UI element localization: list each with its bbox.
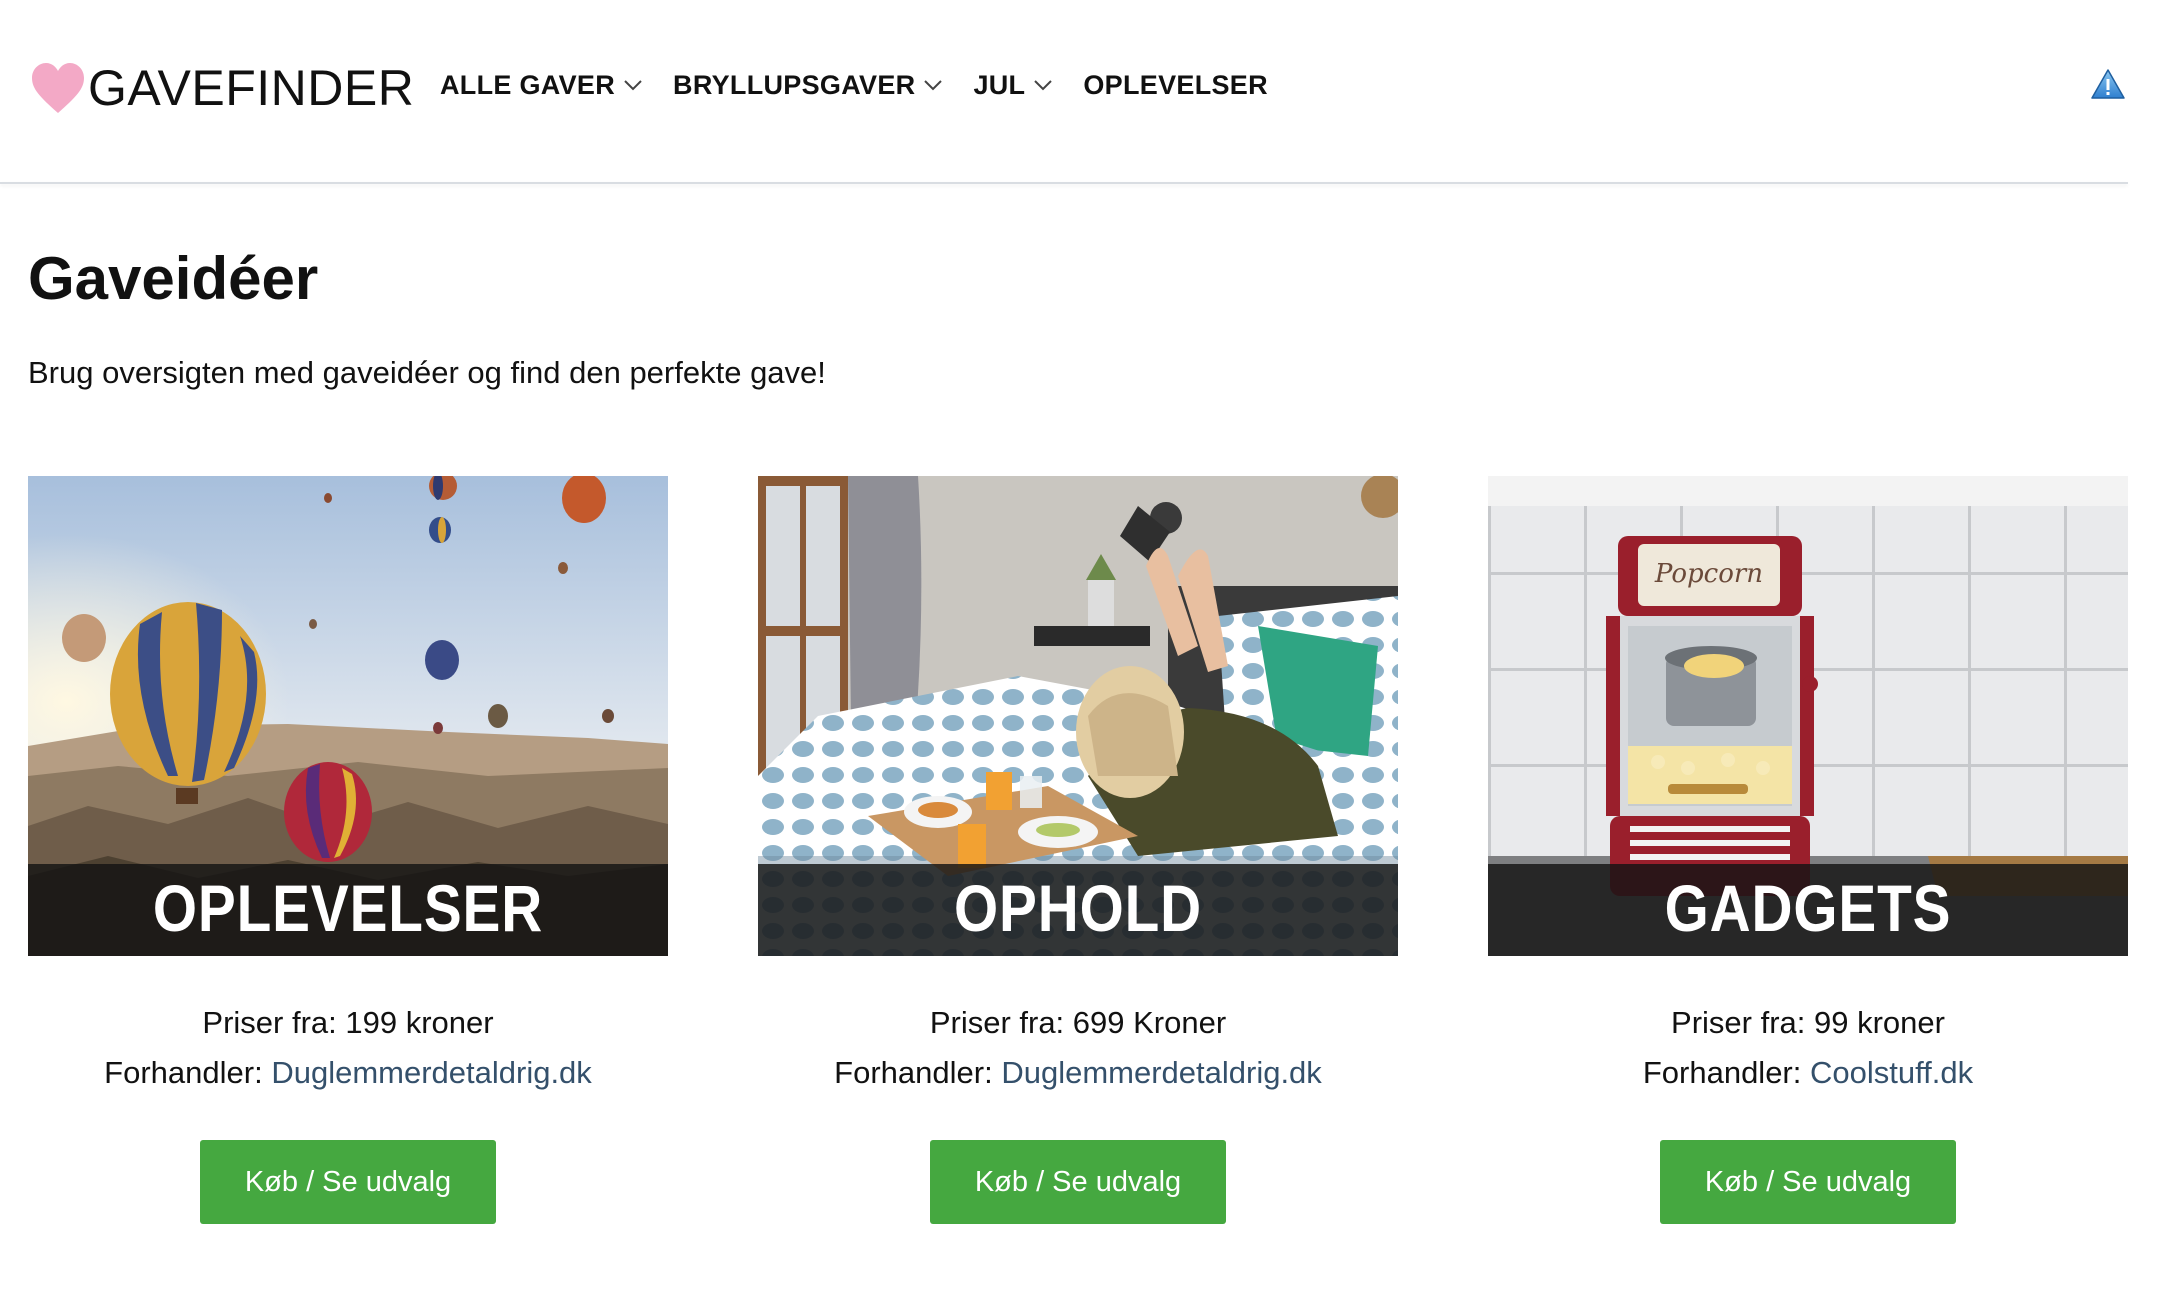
site-logo[interactable]: GAVEFINDER bbox=[30, 56, 414, 120]
card-overlay-title: OPHOLD bbox=[954, 871, 1202, 945]
chevron-down-icon bbox=[624, 80, 642, 91]
page-title: Gaveidéer bbox=[28, 245, 319, 312]
buy-button[interactable]: Køb / Se udvalg bbox=[930, 1140, 1226, 1224]
card-price: Priser fra: 199 kroner bbox=[202, 1005, 494, 1040]
heart-icon bbox=[32, 63, 84, 113]
buy-button[interactable]: Køb / Se udvalg bbox=[200, 1140, 496, 1224]
nav-item-alle-gaver[interactable]: ALLE GAVER bbox=[440, 70, 643, 101]
card-overlay-title: OPLEVELSER bbox=[152, 871, 544, 945]
chevron-down-icon bbox=[1034, 80, 1053, 91]
dealer-link[interactable]: Coolstuff.dk bbox=[1810, 1055, 1973, 1090]
nav-item-oplevelser[interactable]: OPLEVELSER bbox=[1083, 70, 1268, 101]
gift-card-oplevelser: OPLEVELSER Priser fra: 199 kroner Forhan… bbox=[28, 476, 668, 1226]
card-image[interactable]: OPLEVELSER bbox=[28, 476, 668, 956]
dealer-link[interactable]: Duglemmerdetaldrig.dk bbox=[1001, 1055, 1321, 1090]
nav-item-bryllupsgaver[interactable]: BRYLLUPSGAVER bbox=[673, 70, 943, 101]
card-image[interactable]: Popcorn GADGETS bbox=[1488, 476, 2128, 956]
nav-item-label: BRYLLUPSGAVER bbox=[673, 69, 916, 100]
nav-item-label: OPLEVELSER bbox=[1083, 69, 1268, 100]
card-dealer: Forhandler: Duglemmerdetaldrig.dk bbox=[28, 1054, 668, 1091]
nav-item-label: ALLE GAVER bbox=[440, 69, 616, 100]
dealer-label: Forhandler: bbox=[1642, 1055, 1802, 1090]
chevron-down-icon bbox=[924, 80, 943, 91]
nav-item-label: JUL bbox=[973, 69, 1026, 100]
card-price: Priser fra: 99 kroner bbox=[1671, 1005, 1945, 1040]
card-overlay-title: GADGETS bbox=[1664, 871, 1952, 945]
card-dealer: Forhandler: Coolstuff.dk bbox=[1488, 1054, 2128, 1091]
header-divider bbox=[0, 182, 2128, 184]
card-image[interactable]: OPHOLD bbox=[758, 476, 1398, 956]
card-price: Priser fra: 699 Kroner bbox=[929, 1005, 1227, 1040]
page-intro: Brug oversigten med gaveidéer og find de… bbox=[28, 355, 826, 390]
dealer-label: Forhandler: bbox=[104, 1055, 263, 1090]
nav-item-jul[interactable]: JUL bbox=[973, 70, 1053, 101]
card-dealer: Forhandler: Duglemmerdetaldrig.dk bbox=[758, 1054, 1398, 1091]
gift-card-gadgets: Popcorn GADGETS Priser fra: 99 kroner Fo… bbox=[1488, 476, 2128, 1226]
warning-triangle-icon[interactable] bbox=[2090, 68, 2126, 100]
site-header: GAVEFINDER ALLE GAVER BRYLLUPSGAVER JUL … bbox=[0, 0, 2162, 184]
svg-text:Popcorn: Popcorn bbox=[1654, 559, 1763, 589]
dealer-link[interactable]: Duglemmerdetaldrig.dk bbox=[271, 1055, 591, 1090]
gift-card-ophold: OPHOLD Priser fra: 699 Kroner Forhandler… bbox=[758, 476, 1398, 1226]
dealer-label: Forhandler: bbox=[834, 1055, 993, 1090]
buy-button[interactable]: Køb / Se udvalg bbox=[1660, 1140, 1956, 1224]
main-nav: ALLE GAVER BRYLLUPSGAVER JUL OPLEVELSER bbox=[440, 62, 1298, 108]
logo-text: GAVEFINDER bbox=[88, 60, 415, 116]
